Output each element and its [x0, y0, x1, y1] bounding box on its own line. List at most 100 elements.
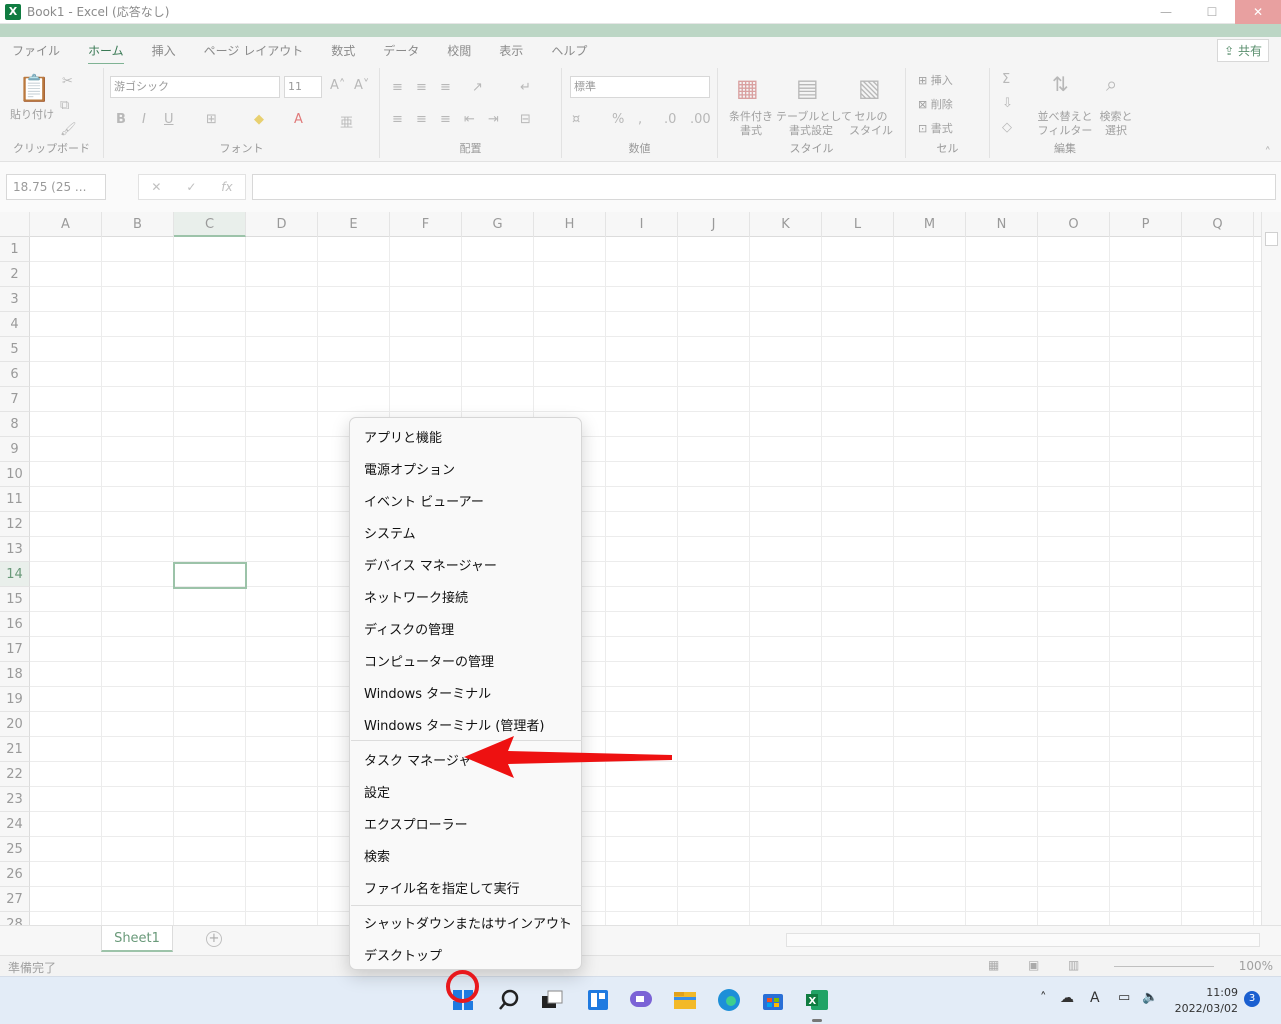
paste-icon[interactable]: 📋 [18, 74, 50, 104]
row-header-7[interactable]: 7 [0, 387, 30, 412]
chat-icon[interactable] [628, 987, 654, 1013]
volume-icon[interactable]: 🔈 [1142, 990, 1158, 1005]
row-header-18[interactable]: 18 [0, 662, 30, 687]
column-header-j[interactable]: J [678, 212, 750, 237]
row-header-17[interactable]: 17 [0, 637, 30, 662]
row-header-9[interactable]: 9 [0, 437, 30, 462]
row-header-5[interactable]: 5 [0, 337, 30, 362]
row-header-16[interactable]: 16 [0, 612, 30, 637]
decrease-indent-icon[interactable]: ⇤ [464, 112, 475, 127]
row-header-23[interactable]: 23 [0, 787, 30, 812]
row-header-12[interactable]: 12 [0, 512, 30, 537]
bold-button[interactable]: B [116, 112, 126, 127]
format-painter-icon[interactable]: 🖌 [60, 122, 77, 137]
percent-icon[interactable]: % [612, 112, 624, 127]
menu-item-file-explorer[interactable]: エクスプローラー [364, 814, 468, 833]
menu-item-desktop[interactable]: デスクトップ [364, 945, 442, 964]
increase-decimal-icon[interactable]: .0 [664, 112, 676, 127]
increase-font-icon[interactable]: A˄ [330, 78, 345, 93]
row-header-21[interactable]: 21 [0, 737, 30, 762]
column-header-g[interactable]: G [462, 212, 534, 237]
insert-cells-button[interactable]: ⊞ 挿入 [918, 74, 953, 88]
row-header-24[interactable]: 24 [0, 812, 30, 837]
menu-item-shutdown-signout[interactable]: シャットダウンまたはサインアウト [364, 913, 572, 932]
row-header-8[interactable]: 8 [0, 412, 30, 437]
sort-filter-icon[interactable]: ⇅ [1052, 72, 1069, 96]
close-button[interactable]: ✕ [1235, 0, 1281, 24]
phonetic-icon[interactable]: 亜 [340, 112, 353, 131]
currency-icon[interactable]: ¤ [572, 112, 580, 127]
onedrive-icon[interactable]: ☁ [1060, 990, 1074, 1006]
column-header-a[interactable]: A [30, 212, 102, 237]
align-right-icon[interactable]: ≡ [440, 112, 451, 127]
comma-icon[interactable]: , [638, 112, 642, 127]
tab-page-layout[interactable]: ページ レイアウト [204, 42, 304, 59]
show-hidden-icons-icon[interactable]: ˄ [1040, 991, 1047, 1006]
tab-insert[interactable]: 挿入 [152, 42, 176, 59]
tab-formulas[interactable]: 数式 [331, 42, 355, 59]
format-as-table-icon[interactable]: ▤ [796, 74, 819, 102]
clear-icon[interactable]: ◇ [1002, 120, 1012, 135]
row-header-25[interactable]: 25 [0, 837, 30, 862]
row-header-22[interactable]: 22 [0, 762, 30, 787]
store-icon[interactable] [760, 987, 786, 1013]
align-center-icon[interactable]: ≡ [416, 112, 427, 127]
delete-cells-button[interactable]: ⊠ 削除 [918, 98, 953, 112]
task-view-icon[interactable] [540, 987, 566, 1013]
excel-taskbar-icon[interactable]: X [804, 987, 830, 1013]
column-header-p[interactable]: P [1110, 212, 1182, 237]
widgets-icon[interactable] [585, 987, 611, 1013]
search-icon[interactable] [496, 987, 522, 1013]
cut-icon[interactable]: ✂ [62, 74, 73, 89]
menu-item-disk-management[interactable]: ディスクの管理 [364, 619, 454, 638]
column-header-n[interactable]: N [966, 212, 1038, 237]
normal-view-icon[interactable]: ▦ [988, 958, 999, 972]
row-header-13[interactable]: 13 [0, 537, 30, 562]
tab-home[interactable]: ホーム [88, 42, 124, 65]
tab-review[interactable]: 校閲 [447, 42, 471, 59]
row-header-26[interactable]: 26 [0, 862, 30, 887]
menu-item-search[interactable]: 検索 [364, 846, 390, 865]
align-middle-icon[interactable]: ≡ [416, 80, 427, 95]
menu-item-computer-management[interactable]: コンピューターの管理 [364, 651, 494, 670]
wrap-text-icon[interactable]: ↵ [520, 80, 531, 95]
clock-date[interactable]: 2022/03/02 [1170, 1002, 1238, 1015]
decrease-font-icon[interactable]: A˅ [354, 78, 369, 93]
vertical-scrollbar[interactable] [1261, 212, 1281, 925]
border-icon[interactable]: ⊞ [206, 112, 217, 127]
file-explorer-icon[interactable] [672, 987, 698, 1013]
fill-icon[interactable]: ⇩ [1002, 96, 1013, 111]
notification-badge[interactable]: 3 [1244, 991, 1260, 1007]
tab-view[interactable]: 表示 [499, 42, 523, 59]
column-header-d[interactable]: D [246, 212, 318, 237]
column-header-m[interactable]: M [894, 212, 966, 237]
page-break-view-icon[interactable]: ▥ [1068, 958, 1079, 972]
column-header-e[interactable]: E [318, 212, 390, 237]
menu-item-run[interactable]: ファイル名を指定して実行 [364, 878, 520, 897]
find-select-icon[interactable]: ⌕ [1106, 72, 1117, 96]
active-cell[interactable] [173, 562, 247, 589]
menu-item-system[interactable]: システム [364, 523, 416, 542]
column-header-f[interactable]: F [390, 212, 462, 237]
underline-button[interactable]: U [164, 112, 174, 127]
menu-item-network-connections[interactable]: ネットワーク接続 [364, 587, 468, 606]
menu-item-event-viewer[interactable]: イベント ビューアー [364, 491, 484, 510]
minimize-button[interactable]: — [1143, 0, 1189, 24]
menu-item-settings[interactable]: 設定 [364, 782, 390, 801]
font-color-icon[interactable]: A [294, 112, 303, 127]
font-size-select[interactable]: 11 [284, 76, 322, 98]
column-header-l[interactable]: L [822, 212, 894, 237]
clock-time[interactable]: 11:09 [1170, 986, 1238, 999]
tab-help[interactable]: ヘルプ [551, 42, 587, 59]
cancel-icon[interactable]: ✕ [151, 180, 161, 194]
share-button[interactable]: ⇪ 共有 [1217, 39, 1269, 62]
italic-button[interactable]: I [142, 112, 146, 127]
tab-file[interactable]: ファイル [12, 42, 60, 59]
network-icon[interactable]: ▭ [1118, 990, 1130, 1005]
select-all-corner[interactable] [0, 212, 30, 237]
row-header-10[interactable]: 10 [0, 462, 30, 487]
tab-data[interactable]: データ [383, 42, 419, 59]
maximize-button[interactable]: ☐ [1189, 0, 1235, 24]
zoom-slider[interactable] [1114, 966, 1214, 967]
column-header-b[interactable]: B [102, 212, 174, 237]
